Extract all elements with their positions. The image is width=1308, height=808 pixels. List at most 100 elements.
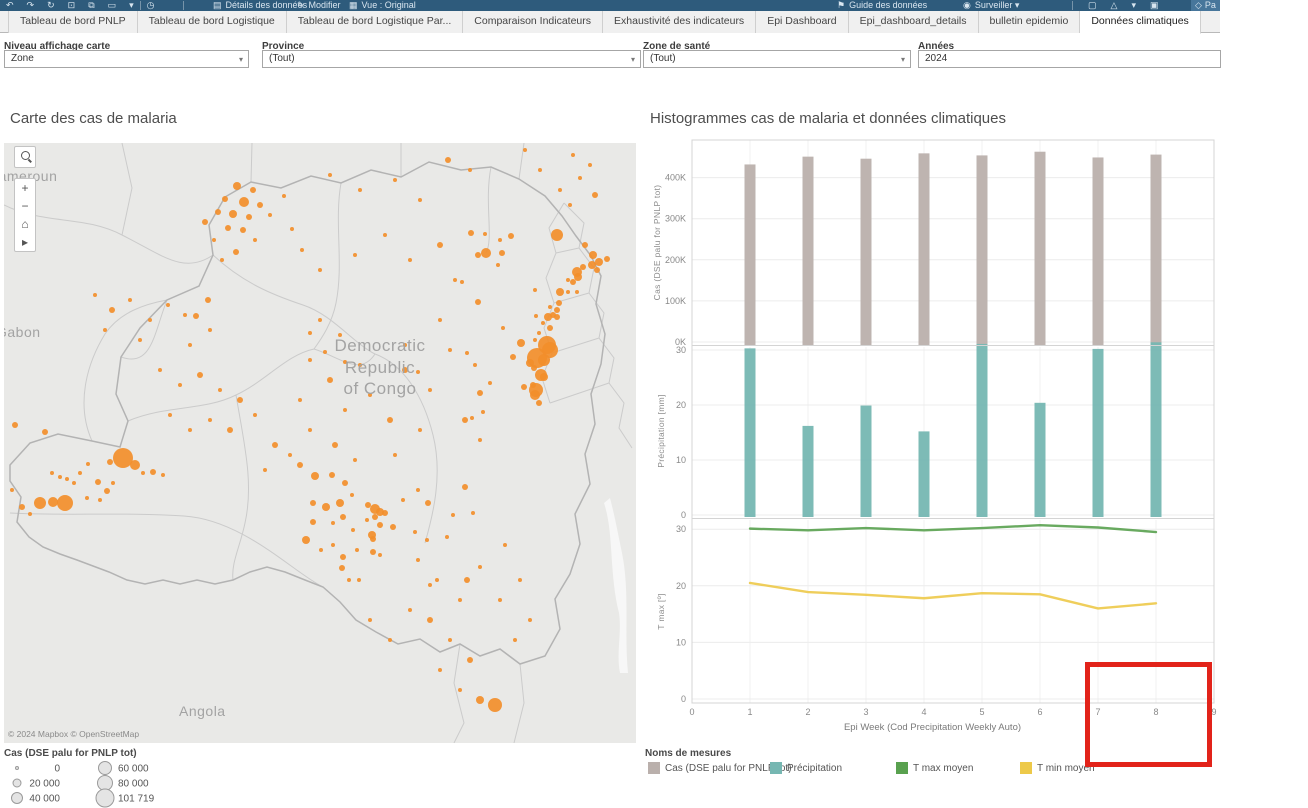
edit-button[interactable]: ✎ Modifier — [297, 0, 341, 11]
malaria-case-dot[interactable] — [604, 256, 610, 262]
malaria-case-dot[interactable] — [445, 157, 451, 163]
malaria-case-dot[interactable] — [253, 238, 257, 242]
malaria-case-dot[interactable] — [357, 578, 361, 582]
malaria-case-dot[interactable] — [188, 428, 192, 432]
size-icon[interactable]: ▭ — [108, 0, 117, 11]
malaria-case-dot[interactable] — [438, 318, 442, 322]
malaria-case-dot[interactable] — [311, 472, 319, 480]
malaria-case-dot[interactable] — [183, 313, 187, 317]
malaria-case-dot[interactable] — [158, 368, 162, 372]
malaria-case-dot[interactable] — [240, 227, 246, 233]
malaria-case-dot[interactable] — [253, 413, 257, 417]
malaria-case-dot[interactable] — [28, 512, 32, 516]
malaria-case-dot[interactable] — [451, 513, 455, 517]
malaria-case-dot[interactable] — [413, 530, 417, 534]
caret-down-icon[interactable]: ▾ — [129, 0, 134, 11]
malaria-case-dot[interactable] — [58, 475, 62, 479]
malaria-case-dot[interactable] — [427, 617, 433, 623]
malaria-case-dot[interactable] — [445, 535, 449, 539]
malaria-case-dot[interactable] — [540, 373, 548, 381]
malaria-case-dot[interactable] — [534, 314, 538, 318]
malaria-case-dot[interactable] — [488, 381, 492, 385]
malaria-case-dot[interactable] — [475, 299, 481, 305]
malaria-case-dot[interactable] — [205, 297, 211, 303]
malaria-case-dot[interactable] — [533, 288, 537, 292]
malaria-case-dot[interactable] — [318, 268, 322, 272]
malaria-case-dot[interactable] — [530, 390, 540, 400]
malaria-case-dot[interactable] — [331, 543, 335, 547]
malaria-case-dot[interactable] — [34, 497, 46, 509]
malaria-case-dot[interactable] — [282, 194, 286, 198]
malaria-case-dot[interactable] — [208, 328, 212, 332]
malaria-case-dot[interactable] — [342, 480, 348, 486]
data-details-button[interactable]: ▤ Détails des données — [213, 0, 307, 11]
malaria-case-dot[interactable] — [393, 453, 397, 457]
filter-province[interactable]: (Tout) ▾ — [262, 50, 641, 68]
malaria-case-dot[interactable] — [551, 229, 563, 241]
malaria-case-dot[interactable] — [501, 326, 505, 330]
malaria-case-dot[interactable] — [462, 484, 468, 490]
malaria-case-dot[interactable] — [332, 442, 338, 448]
malaria-case-dot[interactable] — [435, 578, 439, 582]
malaria-case-dot[interactable] — [518, 578, 522, 582]
line-t-max-moyen[interactable] — [750, 525, 1156, 532]
filter-zone-de-sante[interactable]: (Tout) ▾ — [643, 50, 911, 68]
malaria-case-dot[interactable] — [42, 429, 48, 435]
malaria-case-dot[interactable] — [322, 503, 330, 511]
malaria-case-dot[interactable] — [239, 197, 249, 207]
bar-cas-malaria-week-7[interactable] — [1093, 157, 1104, 345]
malaria-case-dot[interactable] — [318, 318, 322, 322]
malaria-case-dot[interactable] — [478, 565, 482, 569]
malaria-case-dot[interactable] — [517, 339, 525, 347]
malaria-case-dot[interactable] — [578, 176, 582, 180]
tab-tableau-de-bord-pnlp[interactable]: Tableau de bord PNLP — [8, 11, 138, 33]
malaria-case-dot[interactable] — [347, 578, 351, 582]
malaria-case-dot[interactable] — [370, 549, 376, 555]
malaria-case-dot[interactable] — [473, 363, 477, 367]
bar-cas-malaria-week-1[interactable] — [745, 164, 756, 345]
malaria-case-dot[interactable] — [536, 400, 542, 406]
malaria-case-dot[interactable] — [328, 173, 332, 177]
undo-icon[interactable]: ↶ — [6, 0, 14, 11]
malaria-case-dot[interactable] — [138, 338, 142, 342]
malaria-case-dot[interactable] — [566, 290, 570, 294]
malaria-case-dot[interactable] — [438, 668, 442, 672]
malaria-case-dot[interactable] — [227, 427, 233, 433]
malaria-case-dot[interactable] — [212, 238, 216, 242]
malaria-case-dot[interactable] — [416, 488, 420, 492]
malaria-case-dot[interactable] — [72, 481, 76, 485]
malaria-case-dot[interactable] — [65, 477, 69, 481]
malaria-case-dot[interactable] — [580, 264, 586, 270]
malaria-case-dot[interactable] — [537, 331, 541, 335]
malaria-case-dot[interactable] — [298, 398, 302, 402]
malaria-case-dot[interactable] — [336, 499, 344, 507]
malaria-case-dot[interactable] — [416, 558, 420, 562]
tab-comparaison-indicateurs[interactable]: Comparaison Indicateurs — [463, 11, 603, 33]
malaria-case-dot[interactable] — [310, 500, 316, 506]
map-attribution[interactable]: © 2024 Mapbox © OpenStreetMap — [8, 729, 139, 739]
duplicate-icon[interactable]: ⧉ — [88, 0, 94, 11]
malaria-case-dot[interactable] — [250, 187, 256, 193]
malaria-case-dot[interactable] — [297, 462, 303, 468]
malaria-case-dot[interactable] — [48, 497, 58, 507]
malaria-case-dot[interactable] — [408, 258, 412, 262]
malaria-case-dot[interactable] — [468, 230, 474, 236]
malaria-case-dot[interactable] — [111, 481, 115, 485]
malaria-case-dot[interactable] — [141, 471, 145, 475]
malaria-case-dot[interactable] — [148, 318, 152, 322]
malaria-case-dot[interactable] — [128, 298, 132, 302]
tab-epi-dashboard-details[interactable]: Epi_dashboard_details — [849, 11, 979, 33]
tab-tableau-de-bord-logistique-par-[interactable]: Tableau de bord Logistique Par... — [287, 11, 464, 33]
bar-precipitation-week-3[interactable] — [861, 406, 872, 517]
malaria-case-dot[interactable] — [300, 248, 304, 252]
malaria-case-dot[interactable] — [418, 428, 422, 432]
bar-precipitation-week-2[interactable] — [803, 426, 814, 517]
malaria-case-dot[interactable] — [166, 303, 170, 307]
tab-epi-dashboard[interactable]: Epi Dashboard — [756, 11, 848, 33]
expand-button[interactable]: ▸ — [15, 233, 35, 251]
malaria-case-dot[interactable] — [86, 462, 90, 466]
malaria-case-dot[interactable] — [372, 514, 378, 520]
malaria-case-dot[interactable] — [319, 548, 323, 552]
malaria-case-dot[interactable] — [594, 267, 600, 273]
malaria-case-dot[interactable] — [310, 519, 316, 525]
